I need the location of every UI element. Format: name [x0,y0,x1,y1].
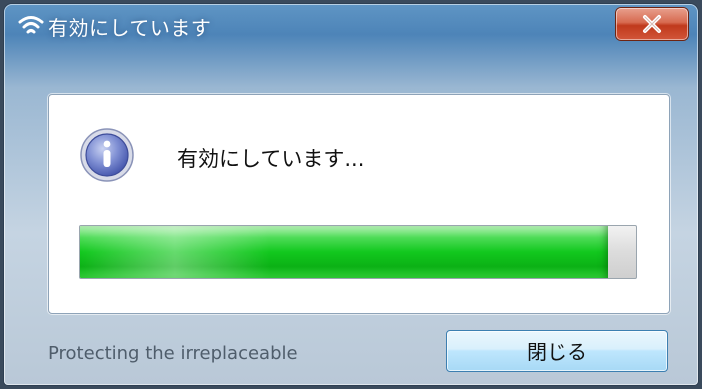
content-panel: 有効にしています... [48,94,670,314]
close-window-button[interactable] [616,8,688,40]
close-button[interactable]: 閉じる [446,330,668,372]
status-message: 有効にしています... [177,147,365,171]
title-bar[interactable]: 有効にしています [4,4,698,46]
dialog-window: 有効にしています 有効にしています... Protecting the irre… [4,4,698,385]
footer-tagline: Protecting the irreplaceable [48,343,298,364]
progress-fill [80,226,609,278]
progress-bar [79,225,637,279]
wifi-icon [18,14,44,36]
window-title: 有効にしています [48,16,212,40]
info-icon [79,127,135,183]
